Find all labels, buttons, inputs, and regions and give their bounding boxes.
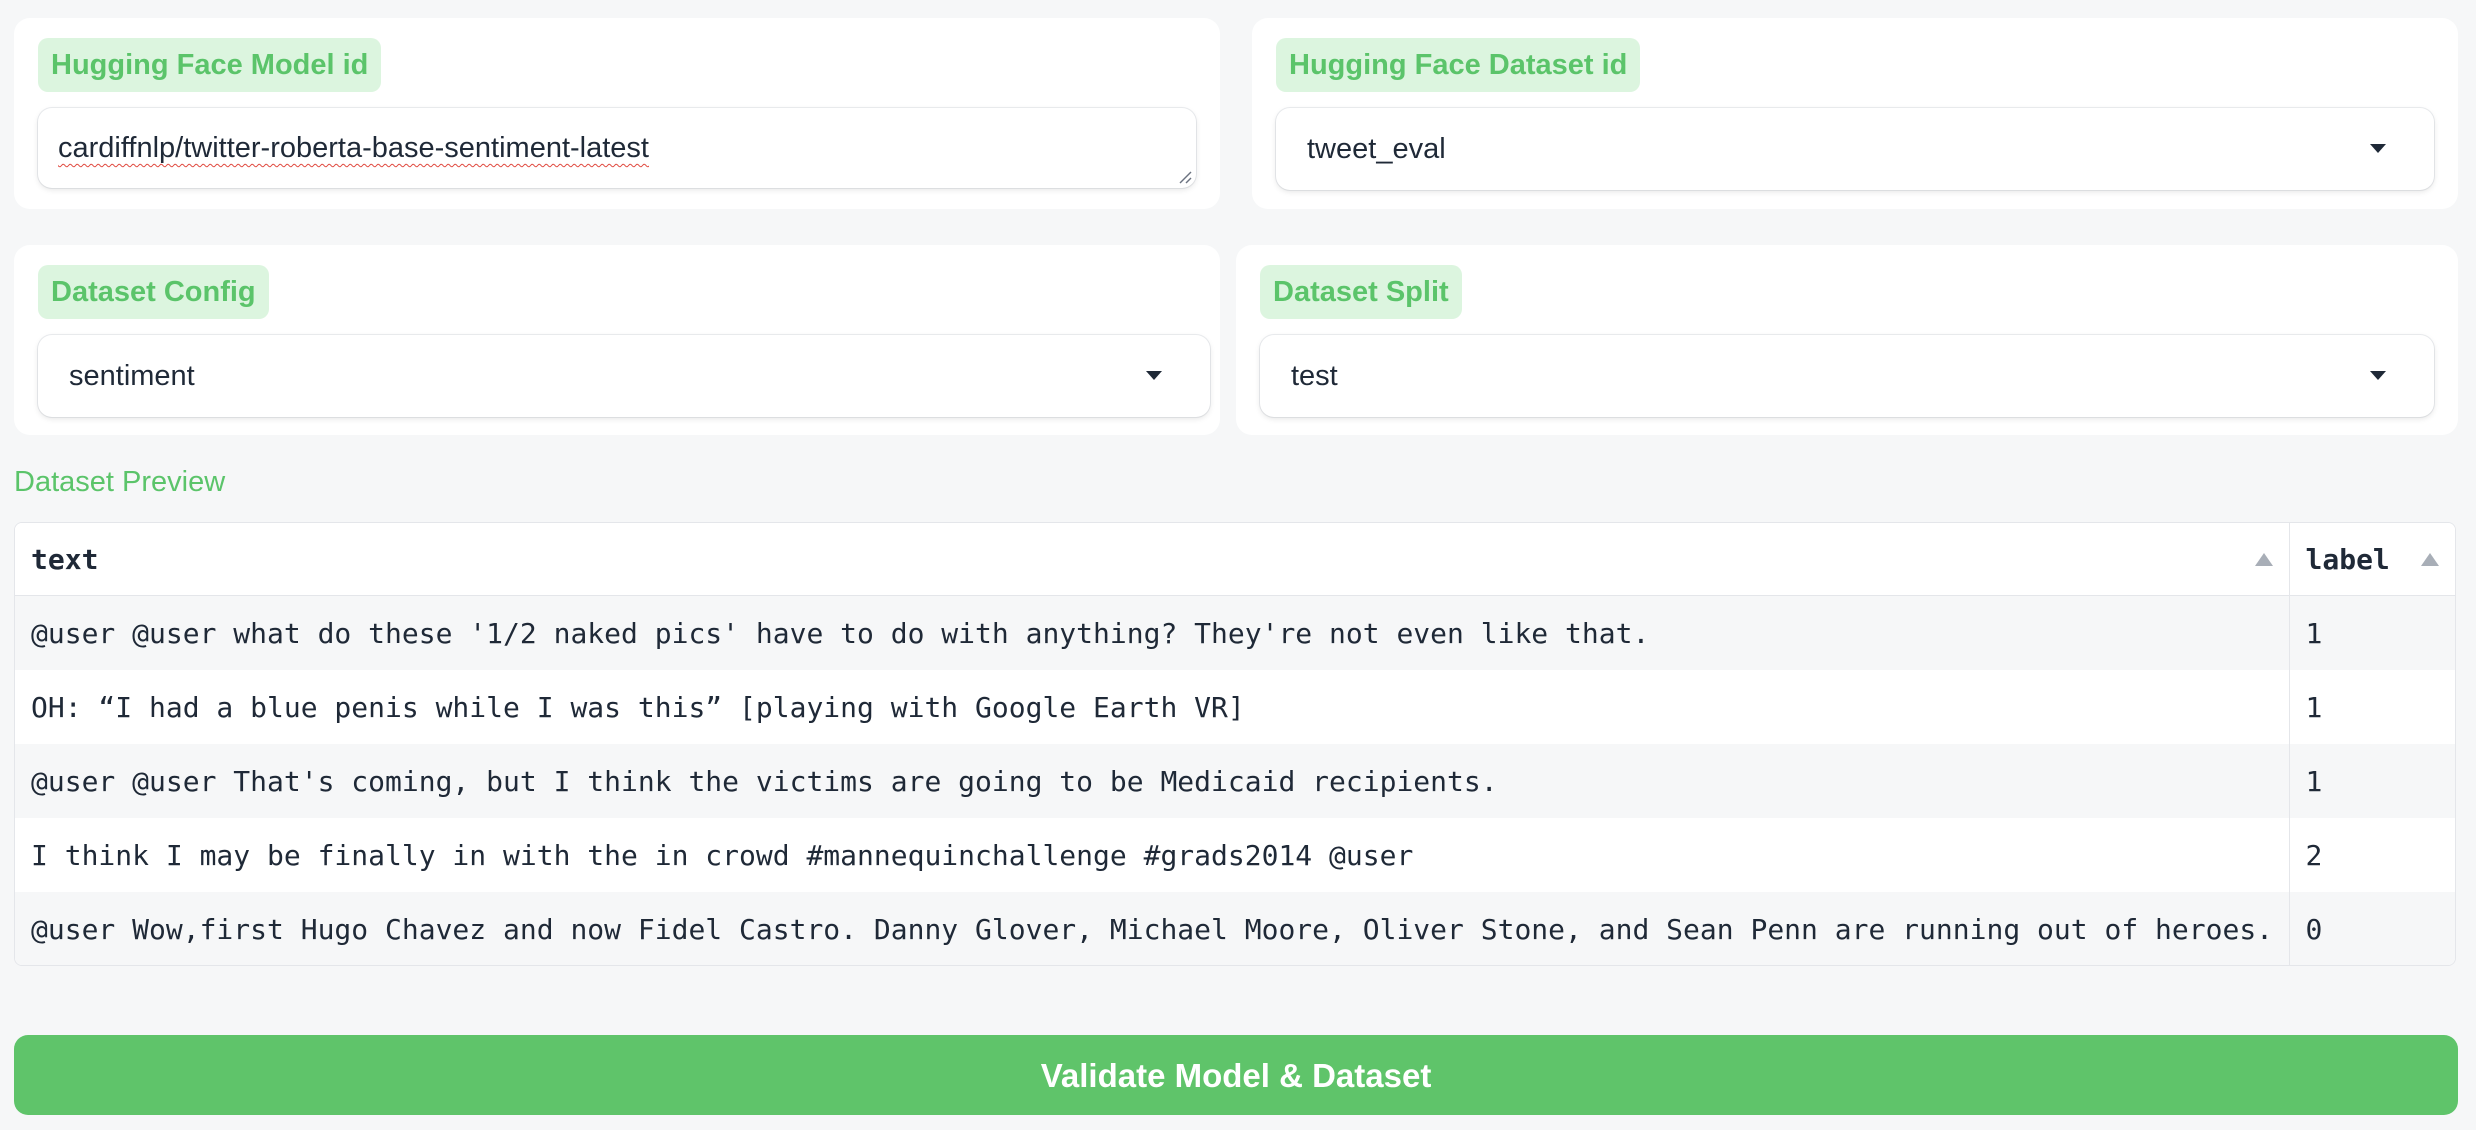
cell-text[interactable]: @user Wow,first Hugo Chavez and now Fide… xyxy=(15,892,2289,965)
dataset-config-label: Dataset Config xyxy=(38,265,269,319)
dataset-split-dropdown[interactable]: test xyxy=(1260,335,2434,417)
dataset-config-dropdown[interactable]: sentiment xyxy=(38,335,1210,417)
cell-label[interactable]: 1 xyxy=(2288,595,2455,670)
chevron-down-icon[interactable] xyxy=(2370,144,2386,153)
dataset-config-value: sentiment xyxy=(69,360,195,392)
cell-text[interactable]: I think I may be finally in with the in … xyxy=(15,818,2289,892)
column-header-label-label: label xyxy=(2305,542,2390,576)
model-id-panel: Hugging Face Model id cardiffnlp/twitter… xyxy=(14,18,1220,209)
column-header-label[interactable]: label xyxy=(2288,523,2455,596)
validate-model-dataset-button[interactable]: Validate Model & Dataset xyxy=(14,1035,2458,1115)
model-id-label: Hugging Face Model id xyxy=(38,38,382,92)
sort-ascending-icon[interactable] xyxy=(2421,553,2439,566)
cell-text[interactable]: OH: “I had a blue penis while I was this… xyxy=(15,670,2289,744)
chevron-down-icon[interactable] xyxy=(2370,371,2386,380)
model-id-value: cardiffnlp/twitter-roberta-base-sentimen… xyxy=(58,132,649,164)
table-row: @user Wow,first Hugo Chavez and now Fide… xyxy=(15,892,2455,965)
table-row: OH: “I had a blue penis while I was this… xyxy=(15,670,2455,744)
dataset-id-label: Hugging Face Dataset id xyxy=(1276,38,1641,92)
sort-ascending-icon[interactable] xyxy=(2254,553,2273,566)
dataset-config-panel: Dataset Config sentiment xyxy=(14,245,1220,435)
model-id-input[interactable]: cardiffnlp/twitter-roberta-base-sentimen… xyxy=(38,108,1196,188)
table-row: I think I may be finally in with the in … xyxy=(15,818,2455,892)
column-header-text[interactable]: text xyxy=(15,523,2289,596)
cell-text[interactable]: @user @user That's coming, but I think t… xyxy=(15,744,2289,818)
resize-handle-icon[interactable] xyxy=(1178,170,1192,184)
dataset-split-label: Dataset Split xyxy=(1260,265,1462,319)
cell-label[interactable]: 1 xyxy=(2288,744,2455,818)
chevron-down-icon[interactable] xyxy=(1146,371,1162,380)
column-header-text-label: text xyxy=(31,542,99,576)
cell-label[interactable]: 0 xyxy=(2288,892,2455,965)
cell-label[interactable]: 1 xyxy=(2288,670,2455,744)
dataset-preview-title: Dataset Preview xyxy=(14,466,226,498)
dataset-id-dropdown[interactable]: tweet_eval xyxy=(1276,108,2434,190)
cell-label[interactable]: 2 xyxy=(2288,818,2455,892)
cell-text[interactable]: @user @user what do these '1/2 naked pic… xyxy=(15,595,2289,670)
dataset-split-value: test xyxy=(1291,360,1338,392)
table-row: @user @user what do these '1/2 naked pic… xyxy=(15,595,2455,670)
dataset-id-value: tweet_eval xyxy=(1307,133,1446,165)
dataset-split-panel: Dataset Split test xyxy=(1236,245,2458,435)
dataset-preview-table: text label @user @user what do these '1/… xyxy=(14,522,2456,966)
table-row: @user @user That's coming, but I think t… xyxy=(15,744,2455,818)
dataset-id-panel: Hugging Face Dataset id tweet_eval xyxy=(1252,18,2458,209)
